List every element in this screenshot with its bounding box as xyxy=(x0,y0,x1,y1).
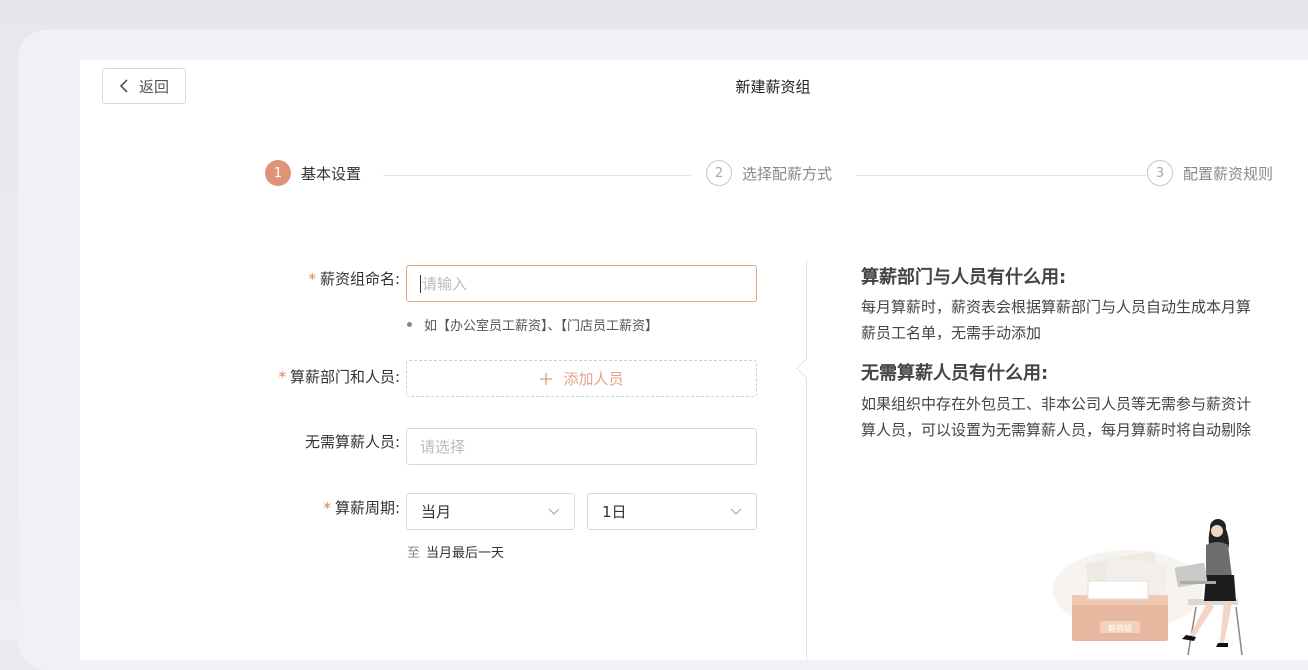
cycle-month-select[interactable]: 当月 xyxy=(406,493,575,530)
step-number: 2 xyxy=(706,160,732,186)
excluded-placeholder: 请选择 xyxy=(420,438,466,456)
cycle-to-text: 当月最后一天 xyxy=(426,546,505,561)
illustration-tag: 薪资组 xyxy=(1108,623,1132,633)
add-people-button[interactable]: 添加人员 xyxy=(406,360,757,397)
cycle-end-note: 至当月最后一天 xyxy=(407,542,504,561)
group-name-label: * 薪资组命名: xyxy=(80,268,400,289)
chevron-down-icon xyxy=(730,508,742,515)
label-text: 无需算薪人员: xyxy=(304,433,400,451)
pointer-notch xyxy=(796,359,815,378)
cycle-day-select[interactable]: 1日 xyxy=(587,493,757,530)
dept-people-label: * 算薪部门和人员: xyxy=(80,366,400,387)
help-q1-title: 算薪部门与人员有什么用: xyxy=(861,267,1067,288)
step-salary-rules: 3 配置薪资规则 xyxy=(1147,160,1273,186)
group-name-placeholder: 请输入 xyxy=(422,275,468,293)
cycle-month-value: 当月 xyxy=(421,503,452,521)
label-text: 算薪部门和人员: xyxy=(289,368,400,386)
excluded-select[interactable]: 请选择 xyxy=(406,428,757,465)
page-title: 新建薪资组 xyxy=(735,78,811,96)
step-number: 1 xyxy=(265,160,291,186)
step-label: 配置薪资规则 xyxy=(1183,164,1274,183)
label-text: 算薪周期: xyxy=(334,499,400,517)
excluded-label: 无需算薪人员: xyxy=(80,431,400,452)
help-q2-body: 如果组织中存在外包员工、非本公司人员等无需参与薪资计算人员，可以设置为无需算薪人… xyxy=(861,395,1252,439)
cycle-to-prefix: 至 xyxy=(407,546,421,561)
required-mark: * xyxy=(308,270,316,288)
group-name-hint: 如【办公室员工薪资】、【门店员工薪资】 xyxy=(407,315,658,334)
add-people-label: 添加人员 xyxy=(563,370,624,388)
group-name-input[interactable]: 请输入 xyxy=(406,265,757,302)
text-cursor xyxy=(420,274,421,293)
woman-laptop-illustration: 薪资组 xyxy=(1053,519,1243,656)
step-basic-settings: 1 基本设置 xyxy=(265,160,361,186)
bullet-icon xyxy=(407,322,412,327)
hint-text: 如【办公室员工薪资】、【门店员工薪资】 xyxy=(424,319,659,334)
required-mark: * xyxy=(278,368,286,386)
step-connector xyxy=(383,175,691,176)
cycle-label: * 算薪周期: xyxy=(80,497,400,518)
plus-icon xyxy=(540,372,553,385)
help-q2-title: 无需算薪人员有什么用: xyxy=(861,363,1049,384)
step-salary-method: 2 选择配薪方式 xyxy=(706,160,832,186)
step-number: 3 xyxy=(1147,160,1173,186)
label-text: 薪资组命名: xyxy=(319,270,400,288)
chevron-down-icon xyxy=(548,508,560,515)
required-mark: * xyxy=(323,499,331,517)
step-connector xyxy=(856,175,1146,176)
step-label: 选择配薪方式 xyxy=(742,164,833,183)
step-label: 基本设置 xyxy=(301,164,362,183)
vertical-divider xyxy=(806,260,807,660)
cycle-day-value: 1日 xyxy=(602,503,627,521)
help-q1-body: 每月算薪时，薪资表会根据算薪部门与人员自动生成本月算薪员工名单，无需手动添加 xyxy=(861,298,1252,342)
main-panel: 返回 新建薪资组 1 基本设置 2 选择配薪方式 3 配置薪资规则 * 薪资组命名… xyxy=(80,60,1308,660)
